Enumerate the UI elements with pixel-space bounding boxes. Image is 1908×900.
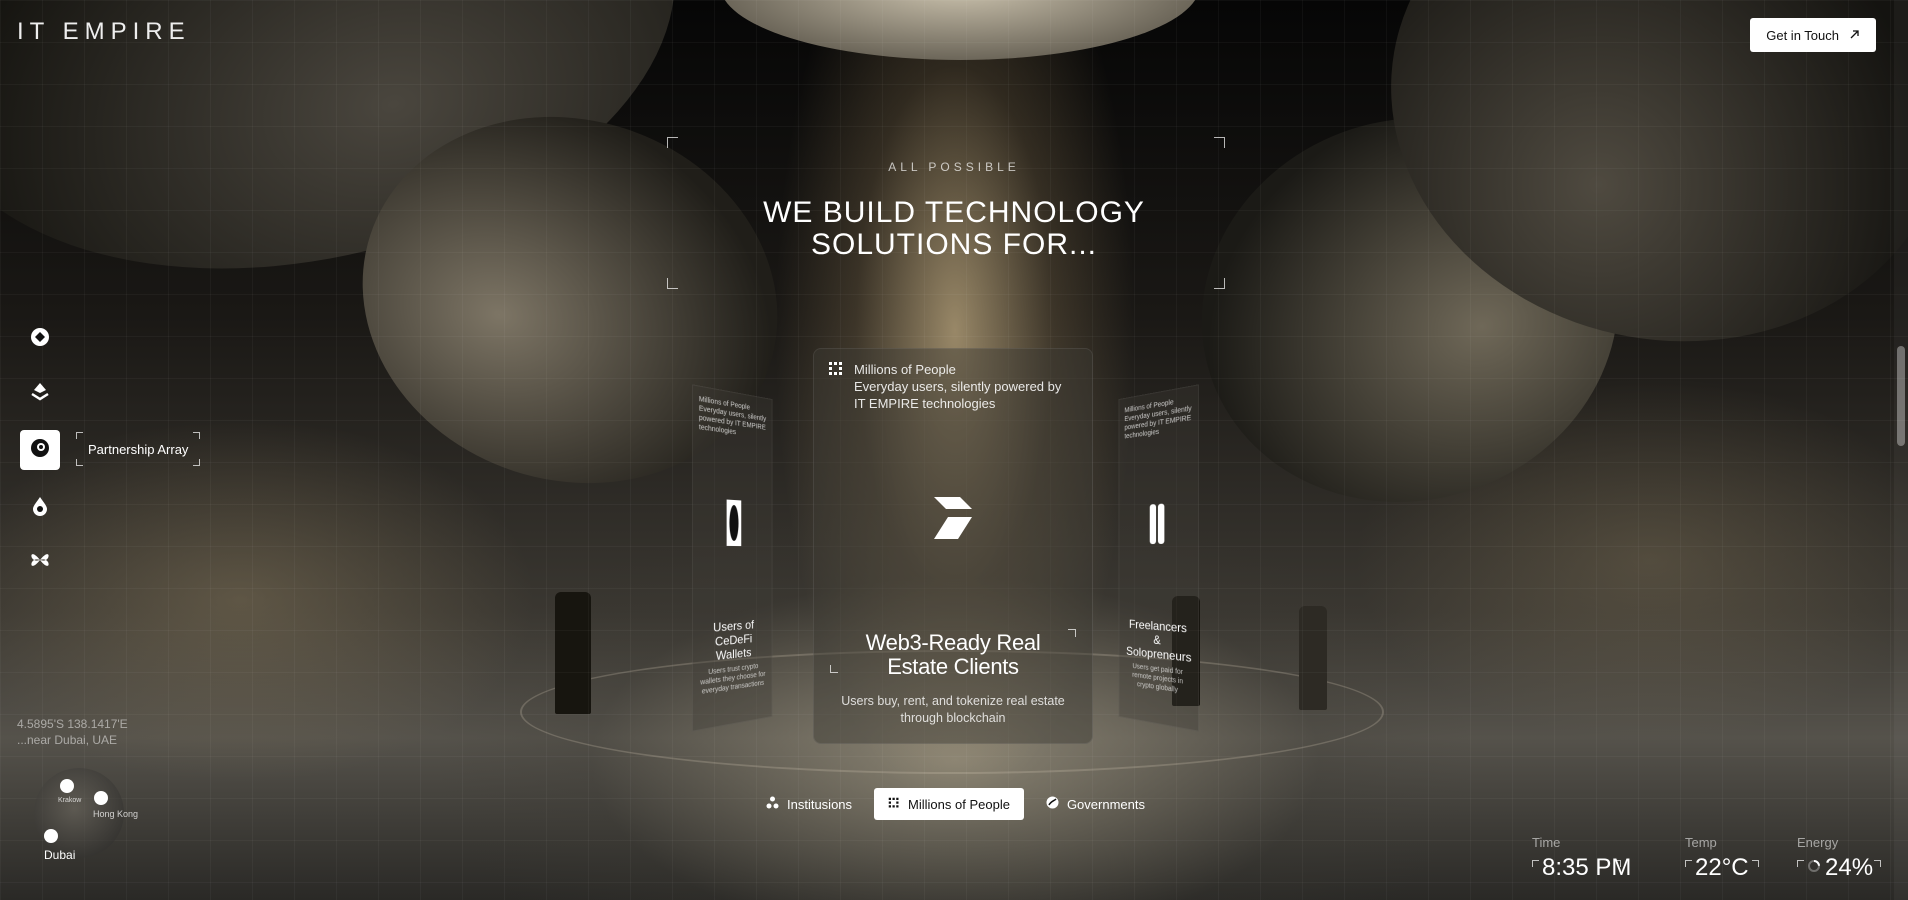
stat-label: Temp [1685,835,1717,850]
stat-value: 24% [1825,854,1874,881]
hero-eyebrow: ALL POSSIBLE [888,160,1020,174]
frame-corner [76,432,83,439]
frame-corner [193,432,201,439]
side-card-right[interactable]: Millions of People Everyday users, silen… [1118,384,1200,732]
nav-item-label: Partnership Array [88,441,189,457]
city-dot-krakow[interactable] [60,779,74,793]
frame-corner [1685,860,1692,867]
nodes-icon [766,796,779,812]
card-header-desc: Everyday users, silently powered by IT E… [854,379,1062,411]
frame-corner [1214,278,1225,289]
stat-label: Time [1532,835,1561,850]
hex-logo-icon [29,326,51,353]
tab-label: Millions of People [908,796,1010,812]
ring-icon [726,498,742,552]
side-card-top-text: Millions of People Everyday users, silen… [1124,399,1192,441]
hero-headline: WE BUILD TECHNOLOGY SOLUTIONS FOR... [0,197,1908,261]
tab-millions-of-people[interactable]: Millions of People [874,788,1024,820]
brand-logo[interactable]: IT EMPIRE [17,18,191,46]
stat-value: 8:35 PM [1542,854,1632,881]
city-dot-hong-kong[interactable] [94,791,108,805]
swirl-icon [28,436,52,465]
globe-icon [1046,796,1059,812]
side-nav-item[interactable] [20,488,60,528]
energy-ring-icon [1807,859,1821,878]
tab-institusions[interactable]: Institusions [752,788,866,820]
frame-corner [1752,860,1759,867]
get-in-touch-button[interactable]: Get in Touch [1750,18,1876,52]
side-nav-item[interactable] [20,542,60,582]
side-card-desc: Users trust crypto wallets they choose f… [700,663,766,696]
card-title: Web3-Ready Real Estate Clients [865,630,1041,679]
zigzag-logo-icon [930,495,976,546]
frame-corner [1797,860,1804,867]
scrollbar-thumb[interactable] [1897,346,1905,446]
frame-corner [76,459,83,466]
side-nav-item-partnership[interactable] [20,430,60,470]
petals-icon [29,549,51,576]
stat-time: Time 8:35 PM [1532,835,1641,882]
side-nav-item[interactable] [20,319,60,359]
frame-corner [1214,137,1225,148]
partnership-array-label[interactable]: Partnership Array [76,432,201,466]
side-card-desc: Users get paid for remote projects in cr… [1132,663,1184,695]
drop-icon [29,495,51,522]
frame-corner [667,278,678,289]
solution-card-center[interactable]: Millions of People Everyday users, silen… [813,348,1093,744]
card-header-title: Millions of People [854,362,956,377]
side-card-left[interactable]: Millions of People Everyday users, silen… [691,384,773,732]
frame-corner [1614,860,1621,867]
tab-label: Governments [1066,796,1145,812]
side-nav-item[interactable] [20,373,60,413]
side-card-title: Users of CeDeFi Wallets [713,617,754,664]
dots-grid-icon [828,361,844,412]
hero-headline-line1: WE BUILD TECHNOLOGY [763,196,1145,229]
get-in-touch-label: Get in Touch [1766,27,1839,43]
page-scrollbar[interactable] [1894,0,1908,900]
stat-label: Energy [1797,835,1839,850]
pillars-icon [1149,502,1165,550]
dots-grid-icon [888,797,900,812]
city-label: Hong Kong [93,809,139,819]
card-description: Users buy, rent, and tokenize real estat… [841,694,1065,725]
location-name: ...near Dubai, UAE [17,733,118,747]
audience-tabs: Institusions Millions of People Governme… [752,788,1159,820]
card-header: Millions of People Everyday users, silen… [828,361,1074,412]
stat-temp: Temp 22°C [1685,835,1759,882]
stat-value: 22°C [1695,854,1749,881]
energy-readout: 24% [1797,854,1883,882]
frame-corner [193,459,201,466]
tab-governments[interactable]: Governments [1032,788,1159,820]
location-info: 4.5895'S 138.1417'E ...near Dubai, UAE [17,716,128,748]
frame-corner [667,137,678,148]
city-dot-dubai[interactable] [44,829,58,843]
chevron-layers-icon [29,380,51,407]
hero-headline-line2: SOLUTIONS FOR... [810,228,1098,261]
side-card-title: Freelancers & Solopreneurs [1126,617,1192,665]
city-label: Krakow [58,797,82,804]
arrow-up-right-icon [1849,28,1860,43]
side-card-top-text: Millions of People Everyday users, silen… [698,395,767,437]
frame-corner [1532,860,1539,867]
frame-corner [1874,860,1881,867]
tab-label: Institusions [787,796,853,812]
stat-energy: Energy 24% [1797,835,1883,882]
card-header-text: Millions of People Everyday users, silen… [854,361,1074,412]
coordinates: 4.5895'S 138.1417'E [17,717,128,731]
city-label: Dubai [44,848,76,862]
